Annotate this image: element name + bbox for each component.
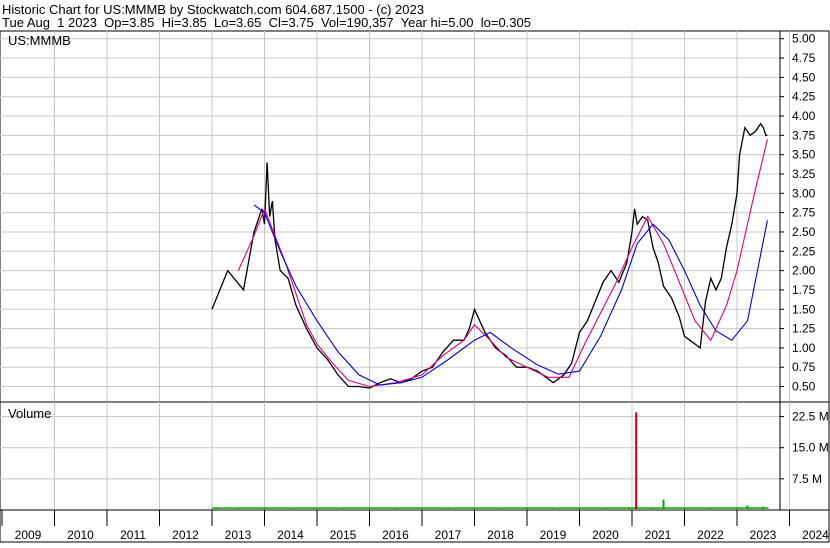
price-y-tick-label: 3.25 bbox=[792, 167, 816, 181]
year-label: 2018 bbox=[487, 528, 514, 542]
chart-canvas: Historic Chart for US:MMMB by Stockwatch… bbox=[0, 2, 830, 543]
year-label: 2010 bbox=[67, 528, 94, 542]
price-y-tick-label: 1.75 bbox=[792, 283, 816, 297]
price-y-tick-label: 0.75 bbox=[792, 360, 816, 374]
price-y-tick-label: 2.00 bbox=[792, 264, 816, 278]
year-label: 2012 bbox=[172, 528, 199, 542]
year-label: 2009 bbox=[15, 528, 42, 542]
price-y-tick-label: 5.00 bbox=[792, 32, 816, 46]
price-y-tick-label: 3.00 bbox=[792, 186, 816, 200]
year-label: 2024 bbox=[802, 528, 829, 542]
year-label: 2023 bbox=[750, 528, 777, 542]
price-panel-frame bbox=[0, 30, 830, 403]
price-y-tick-label: 4.00 bbox=[792, 109, 816, 123]
volume-bars bbox=[212, 412, 769, 509]
price-y-tick-label: 3.75 bbox=[792, 128, 816, 142]
price-y-tick-label: 4.25 bbox=[792, 90, 816, 104]
price-y-tick-label: 3.50 bbox=[792, 148, 816, 162]
volume-grid bbox=[0, 402, 790, 510]
year-label: 2021 bbox=[645, 528, 672, 542]
volume-panel-label: Volume bbox=[8, 406, 51, 421]
chart-header-line2: Tue Aug 1 2023 Op=3.85 Hi=3.85 Lo=3.65 C… bbox=[2, 15, 531, 30]
year-label: 2014 bbox=[277, 528, 304, 542]
year-axis: 2009 2010 2011 2012 2013 2014 2015 2016 2017 2018… bbox=[1, 510, 829, 542]
price-y-tick-label: 1.00 bbox=[792, 341, 816, 355]
year-label: 2019 bbox=[540, 528, 567, 542]
price-grid bbox=[0, 31, 790, 402]
year-label: 2013 bbox=[225, 528, 252, 542]
price-symbol-label: US:MMMB bbox=[8, 33, 71, 48]
year-label: 2022 bbox=[697, 528, 724, 542]
year-label: 2017 bbox=[435, 528, 462, 542]
volume-panel-frame bbox=[0, 401, 830, 511]
year-label: 2016 bbox=[382, 528, 409, 542]
price-y-tick-label: 2.75 bbox=[792, 206, 816, 220]
stock-chart: Historic Chart for US:MMMB by Stockwatch… bbox=[0, 0, 830, 543]
price-y-tick-label: 0.50 bbox=[792, 380, 816, 394]
year-label: 2020 bbox=[592, 528, 619, 542]
volume-y-tick-label: 22.5 M bbox=[792, 410, 829, 424]
price-y-tick-label: 4.50 bbox=[792, 70, 816, 84]
price-y-tick-label: 2.50 bbox=[792, 225, 816, 239]
price-y-tick-label: 1.50 bbox=[792, 302, 816, 316]
volume-y-axis: 7.5 M 15.0 M 22.5 M bbox=[779, 402, 829, 510]
year-label: 2011 bbox=[120, 528, 146, 542]
volume-y-tick-label: 15.0 M bbox=[792, 441, 829, 455]
price-y-tick-label: 1.25 bbox=[792, 322, 816, 336]
price-y-tick-label: 2.25 bbox=[792, 244, 816, 258]
volume-y-tick-label: 7.5 M bbox=[792, 472, 822, 486]
price-y-tick-label: 4.75 bbox=[792, 51, 816, 65]
price-y-axis: 0.50 0.75 1.00 1.25 1.50 1.75 2.00 2.25 2.50 2.75… bbox=[779, 31, 816, 402]
year-label: 2015 bbox=[330, 528, 357, 542]
